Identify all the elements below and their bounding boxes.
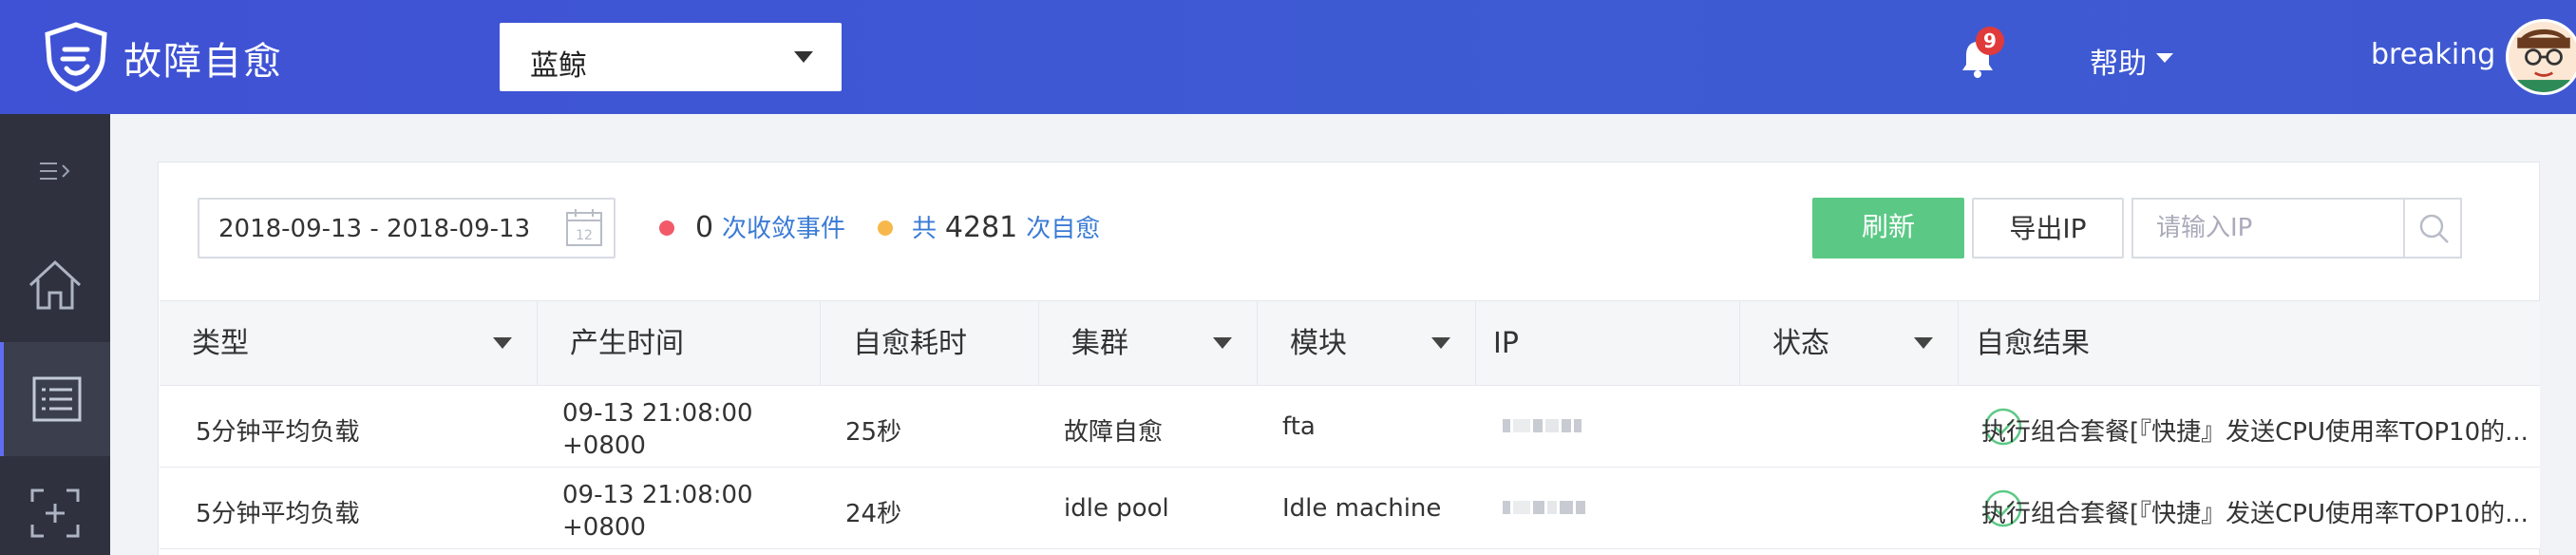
sidebar-item-add[interactable] [0,456,110,555]
col-ip-label: IP [1493,327,1519,360]
col-ip: IP [1476,301,1740,387]
cell-type: 5分钟平均负载 [196,418,360,447]
col-result-label: 自愈结果 [1976,327,2090,360]
cell-time-line2: +0800 [562,513,646,542]
col-type[interactable]: 类型 [160,301,538,387]
sidebar [0,114,110,555]
cell-cluster: idle pool [1064,494,1169,523]
list-icon [32,376,82,422]
total-dot [878,220,893,236]
ip-search-input[interactable] [2131,198,2405,258]
col-time-label: 产生时间 [570,327,684,360]
add-scope-icon [30,488,80,538]
cell-time: 09-13 21:08:00 +0800 [562,397,753,462]
search-icon [2419,214,2449,243]
converge-stat: 0 次收敛事件 [695,209,845,244]
date-range-picker[interactable]: 2018-09-13 - 2018-09-13 12 [198,198,616,258]
col-duration: 自愈耗时 [821,301,1039,387]
cell-cluster: 故障自愈 [1064,418,1164,447]
svg-text:12: 12 [576,228,593,243]
calendar-icon: 12 [566,209,602,246]
cell-duration: 25秒 [845,418,902,447]
brand-title: 故障自愈 [123,40,283,84]
cell-type: 5分钟平均负载 [196,500,360,528]
col-status[interactable]: 状态 [1740,301,1959,387]
cell-ip-redacted [1503,418,1584,435]
filter-dropdown-icon[interactable] [1914,337,1933,349]
avatar[interactable] [2506,19,2576,95]
cell-result[interactable]: 执行组合套餐[『快捷』发送CPU使用率TOP10的... [1981,412,2529,448]
export-ip-button[interactable]: 导出IP [1972,198,2124,258]
menu-collapse-icon [40,163,70,180]
help-menu[interactable]: 帮助 [2090,40,2147,82]
cell-result[interactable]: 执行组合套餐[『快捷』发送CPU使用率TOP10的... [1981,494,2529,529]
help-chevron-down-icon[interactable] [2156,53,2173,63]
col-result: 自愈结果 [1959,301,2540,387]
cell-module: Idle machine [1282,494,1442,523]
notification-badge[interactable]: 9 [1976,27,2004,55]
cell-ip-redacted [1503,500,1588,517]
converge-count: 0 [695,211,714,244]
cluster-select[interactable]: 蓝鲸 [500,23,842,91]
total-prefix: 共 [912,215,938,243]
col-status-label: 状态 [1772,327,1829,360]
date-range-value: 2018-09-13 - 2018-09-13 [218,215,531,243]
search-button[interactable] [2403,198,2462,258]
cell-time-line1: 09-13 21:08:00 [562,481,753,509]
col-time: 产生时间 [538,301,821,387]
col-module[interactable]: 模块 [1258,301,1476,387]
cell-time: 09-13 21:08:00 +0800 [562,479,753,544]
table-header: 类型 产生时间 自愈耗时 集群 模块 IP 状态 自愈结果 [160,300,2540,387]
sidebar-item-list[interactable] [0,342,110,456]
cluster-select-value: 蓝鲸 [530,49,587,83]
col-cluster[interactable]: 集群 [1039,301,1258,387]
home-icon [28,259,82,310]
filter-dropdown-icon[interactable] [493,337,512,349]
col-duration-label: 自愈耗时 [853,327,967,360]
filter-dropdown-icon[interactable] [1213,337,1232,349]
col-module-label: 模块 [1290,327,1347,360]
refresh-button[interactable]: 刷新 [1812,198,1964,258]
table-row[interactable]: 5分钟平均负载 09-13 21:08:00 +0800 25秒 故障自愈 ft… [160,386,2540,468]
sidebar-item-home[interactable] [0,228,110,342]
cell-module: fta [1282,412,1316,441]
total-count: 4281 [944,211,1018,244]
cell-duration: 24秒 [845,500,902,528]
sidebar-toggle[interactable] [0,114,110,228]
col-type-label: 类型 [192,327,249,360]
chevron-down-icon [794,51,813,63]
total-link[interactable]: 次自愈 [1026,215,1100,243]
converge-dot [659,220,674,236]
cell-time-line2: +0800 [562,431,646,460]
table-row[interactable]: 5分钟平均负载 09-13 21:08:00 +0800 24秒 idle po… [160,468,2540,549]
cell-time-line1: 09-13 21:08:00 [562,399,753,428]
username[interactable]: breaking [2371,38,2495,71]
filter-dropdown-icon[interactable] [1431,337,1450,349]
col-cluster-label: 集群 [1071,327,1128,360]
converge-link[interactable]: 次收敛事件 [722,215,845,243]
top-bar: 故障自愈 蓝鲸 9 帮助 breaking [0,0,2576,114]
shield-logo-icon[interactable] [40,21,112,93]
total-stat: 共 4281 次自愈 [912,209,1100,244]
